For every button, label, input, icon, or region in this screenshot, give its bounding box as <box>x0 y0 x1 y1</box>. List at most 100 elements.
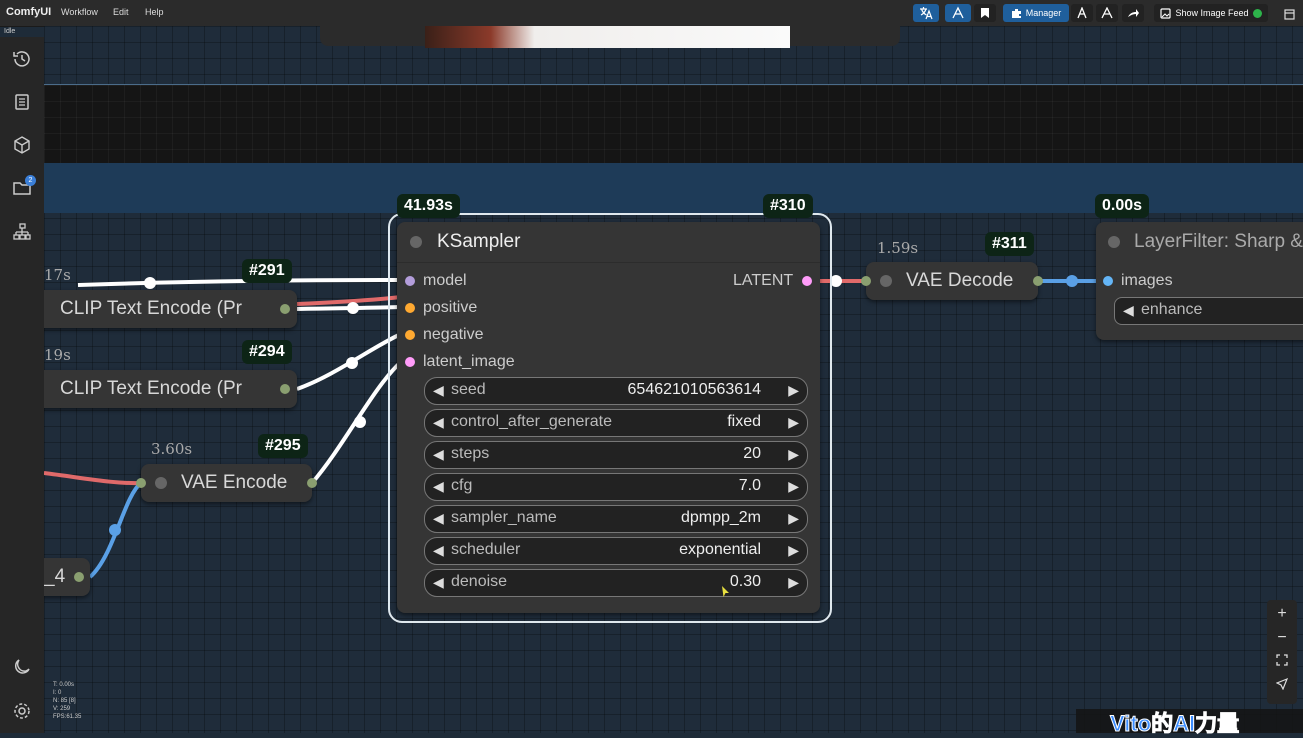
scheduler-widget[interactable]: ◀ scheduler exponential ▶ <box>424 537 808 565</box>
decrement-arrow-icon[interactable]: ◀ <box>433 478 444 495</box>
decrement-arrow-icon[interactable]: ◀ <box>433 510 444 527</box>
node-collapse-dot[interactable] <box>155 477 167 489</box>
output-port[interactable] <box>307 478 317 488</box>
clip-text-encode-291-node[interactable]: CLIP Text Encode (Pr <box>44 290 297 328</box>
zoom-out-icon[interactable]: − <box>1272 628 1292 648</box>
navigate-icon[interactable] <box>1272 676 1292 696</box>
feed-status-icon <box>1252 8 1262 18</box>
node-collapse-dot[interactable] <box>1108 236 1120 248</box>
widget-name: sampler_name <box>451 509 557 526</box>
port-model[interactable] <box>405 276 415 286</box>
ksampler-node[interactable]: KSampler model positive negative latent_… <box>397 222 820 613</box>
widget-value[interactable]: 20 <box>743 445 761 463</box>
partial-node[interactable]: _4 <box>44 558 90 596</box>
node-collapse-dot[interactable] <box>880 275 892 287</box>
widget-value[interactable]: 654621010563614 <box>628 381 761 399</box>
vae-decode-node[interactable]: VAE Decode <box>861 262 1043 300</box>
menu-edit[interactable]: Edit <box>113 7 129 17</box>
cfg-widget[interactable]: ◀ cfg 7.0 ▶ <box>424 473 808 501</box>
steps-widget[interactable]: ◀ steps 20 ▶ <box>424 441 808 469</box>
increment-arrow-icon[interactable]: ▶ <box>788 510 799 527</box>
layer-filter-time-tag: 0.00s <box>1095 194 1150 218</box>
workflow-tools-icon[interactable] <box>945 4 971 22</box>
theme-toggle-icon[interactable] <box>12 657 32 677</box>
menu-help[interactable]: Help <box>145 7 164 17</box>
ksampler-time-tag: 41.93s <box>397 194 460 218</box>
fit-view-icon[interactable] <box>1272 652 1292 672</box>
stat-i: I: 0 <box>53 690 62 696</box>
increment-arrow-icon[interactable]: ▶ <box>788 542 799 559</box>
bookmark-icon[interactable] <box>974 4 996 22</box>
increment-arrow-icon[interactable]: ▶ <box>788 574 799 591</box>
widget-value[interactable]: 0.30 <box>730 573 761 591</box>
decrement-arrow-icon[interactable]: ◀ <box>433 414 444 431</box>
vae-encode-node[interactable]: VAE Encode <box>136 464 317 502</box>
share-icon[interactable] <box>1122 4 1144 22</box>
control-after-generate-widget[interactable]: ◀ control_after_generate fixed ▶ <box>424 409 808 437</box>
widget-value[interactable]: dpmpp_2m <box>681 509 761 527</box>
manager-button[interactable]: Manager <box>1003 4 1069 22</box>
increment-arrow-icon[interactable]: ▶ <box>788 414 799 431</box>
sidebar <box>0 37 44 733</box>
output-label-latent: LATENT <box>733 272 794 289</box>
queue-icon[interactable] <box>12 92 32 112</box>
vae-decode-tag: #311 <box>985 232 1034 256</box>
window-toggle-icon[interactable] <box>1280 5 1298 23</box>
settings-icon[interactable] <box>12 701 32 721</box>
widget-name: scheduler <box>451 541 521 558</box>
decrement-arrow-icon[interactable]: ◀ <box>433 382 444 399</box>
input-label-model: model <box>423 272 467 289</box>
increment-arrow-icon[interactable]: ▶ <box>788 446 799 463</box>
node-tools-icon[interactable] <box>1096 4 1118 22</box>
output-port[interactable] <box>280 384 290 394</box>
decrement-arrow-icon[interactable]: ◀ <box>433 446 444 463</box>
port-latent-image[interactable] <box>405 357 415 367</box>
layer-filter-node[interactable]: LayerFilter: Sharp & images ◀ enhance <box>1096 222 1303 340</box>
widget-name: control_after_generate <box>451 413 612 430</box>
node-library-icon[interactable] <box>12 222 32 242</box>
image-icon <box>1160 7 1172 19</box>
sampler-name-widget[interactable]: ◀ sampler_name dpmpp_2m ▶ <box>424 505 808 533</box>
history-icon[interactable] <box>12 49 32 69</box>
app-brand[interactable]: ComfyUI <box>6 6 51 18</box>
graph-canvas[interactable]: CLIP Text Encode (Pr 17s #291 CLIP Text … <box>44 26 1303 733</box>
decrement-arrow-icon[interactable]: ◀ <box>433 542 444 559</box>
show-image-feed-button[interactable]: Show Image Feed <box>1154 4 1268 22</box>
link-model-midpoint <box>144 277 156 289</box>
mouse-cursor-icon <box>722 586 729 597</box>
increment-arrow-icon[interactable]: ▶ <box>788 382 799 399</box>
vae-decode-time: 1.59s <box>877 239 919 257</box>
output-port[interactable] <box>280 304 290 314</box>
input-port[interactable] <box>861 276 871 286</box>
decrement-arrow-icon[interactable]: ◀ <box>1123 302 1134 319</box>
link-model <box>77 278 402 287</box>
widget-value[interactable]: 7.0 <box>739 477 761 495</box>
clip-text-encode-294-node[interactable]: CLIP Text Encode (Pr <box>44 370 297 408</box>
widget-value[interactable]: exponential <box>679 541 761 559</box>
increment-arrow-icon[interactable]: ▶ <box>788 478 799 495</box>
port-images[interactable] <box>1103 276 1113 286</box>
node-title: CLIP Text Encode (Pr <box>60 378 243 399</box>
port-positive[interactable] <box>405 303 415 313</box>
decrement-arrow-icon[interactable]: ◀ <box>433 574 444 591</box>
node-title: CLIP Text Encode (Pr <box>60 298 243 319</box>
translate-icon[interactable] <box>913 4 939 22</box>
port-negative[interactable] <box>405 330 415 340</box>
node-title: VAE Decode <box>906 270 1014 291</box>
output-port[interactable] <box>74 572 84 582</box>
puzzle-icon <box>1011 8 1021 18</box>
model-library-icon[interactable] <box>12 135 32 155</box>
output-port[interactable] <box>1033 276 1043 286</box>
input-label-images: images <box>1121 272 1173 289</box>
enhance-widget[interactable]: ◀ enhance <box>1114 297 1303 325</box>
widget-value[interactable]: fixed <box>727 413 761 431</box>
input-port[interactable] <box>136 478 146 488</box>
node-collapse-dot[interactable] <box>410 236 422 248</box>
port-latent-output[interactable] <box>802 276 812 286</box>
zoom-in-icon[interactable]: + <box>1272 604 1292 624</box>
widget-value[interactable]: enhance <box>1141 301 1202 319</box>
denoise-widget[interactable]: ◀ denoise 0.30 ▶ <box>424 569 808 597</box>
model-tools-icon[interactable] <box>1071 4 1093 22</box>
menu-workflow[interactable]: Workflow <box>61 7 98 17</box>
seed-widget[interactable]: ◀ seed 654621010563614 ▶ <box>424 377 808 405</box>
